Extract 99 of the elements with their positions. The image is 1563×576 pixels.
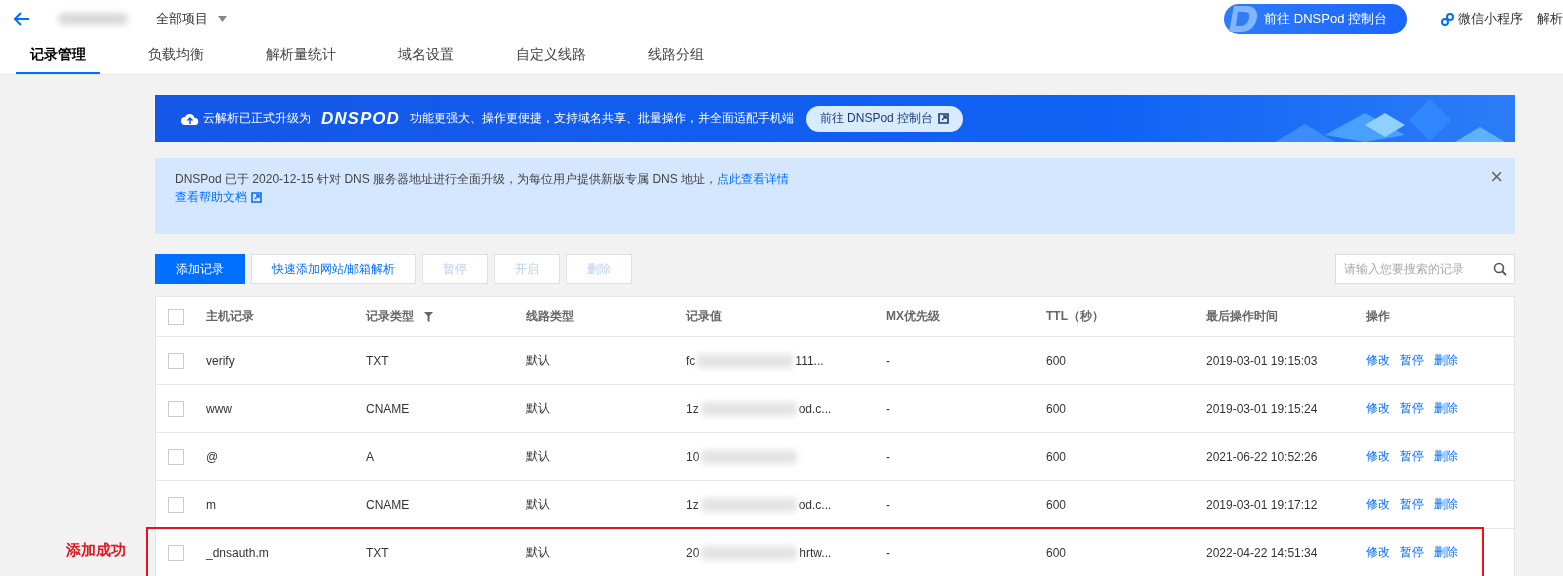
column-header: 主机记录 [206,308,255,325]
console-button[interactable]: 前往 DNSPod 控制台 [1224,4,1407,34]
table-cell: 111... [795,353,824,368]
table-cell-text: 600 [1046,449,1068,464]
redaction-blur [58,13,128,25]
table-cell-text: A [366,449,375,464]
table-cell-text: m [206,497,217,512]
table-cell-text: - [886,497,891,512]
action-link[interactable]: 暂停 [1400,448,1424,465]
caret-icon [218,16,227,22]
table-cell: hrtw... [799,545,832,560]
action-link[interactable]: 暂停 [1400,544,1424,561]
tab[interactable]: 域名设置 [384,38,468,74]
action-link[interactable]: 删除 [1434,448,1458,465]
action-link[interactable]: 删除 [1434,352,1458,369]
table-cell: fc [686,353,696,368]
table-cell: od.c... [798,401,832,416]
console-button[interactable]: 前往 DNSPod 控制台 [805,105,964,132]
action-link[interactable]: 修改 [1366,496,1390,513]
select-all-checkbox[interactable] [168,308,184,325]
action-link[interactable]: 删除 [1434,400,1458,417]
dnspod-logo: DNSPOD [321,108,400,129]
tab[interactable]: 线路分组 [634,38,718,74]
action-link[interactable]: 修改 [1366,544,1390,561]
filter-icon[interactable] [424,311,433,322]
table-cell-text: 2019-03-01 19:17:12 [1206,497,1319,512]
column-header: 记录值 [686,308,723,325]
action-link[interactable]: 修改 [1366,448,1390,465]
tab[interactable]: 解析量统计 [252,38,350,74]
action-link[interactable]: 修改 [1366,352,1390,369]
table-cell-text: CNAME [366,497,411,512]
table-cell-text: 默认 [526,448,551,465]
external-link-icon [251,191,262,203]
action-link[interactable]: 暂停 [1400,400,1424,417]
table-cell-text: 默认 [526,352,551,369]
table-cell-text: www [206,401,233,416]
action-link[interactable]: 暂停 [1400,352,1424,369]
table-cell-text: TXT [366,353,390,368]
action-link[interactable]: 删除 [1434,544,1458,561]
table-cell-text: 600 [1046,545,1068,560]
table-cell-text: 600 [1046,497,1068,512]
table-cell-text: - [886,401,891,416]
table-cell-text: - [886,449,891,464]
table-cell-text: 默认 [526,496,551,513]
table-cell-text: - [886,545,891,560]
annotation-label: 添加成功 [66,541,126,560]
row-checkbox[interactable] [168,448,184,465]
back-arrow-icon[interactable] [14,12,30,26]
column-header: MX优先级 [886,308,941,325]
row-checkbox[interactable] [168,496,184,513]
notice-text: DNSPod 已于 2020-12-15 针对 DNS 服务器地址进行全面升级，为每位用户提供新版专属 DNS 地址，点此查看详情 [175,171,791,188]
table-cell-text: 2019-03-01 19:15:03 [1206,353,1319,368]
help-link[interactable]: 查看帮助文档 [175,188,262,206]
table-cell-text: _dnsauth.m [206,545,270,560]
table-cell-text: 600 [1046,401,1068,416]
table-cell: 20 [686,545,700,560]
table-cell-text: @ [206,449,220,464]
cloud-upload-icon [181,111,199,126]
action-link[interactable]: 删除 [1434,496,1458,513]
column-header: 操作 [1366,308,1391,325]
table-cell: od.c... [798,497,832,512]
row-checkbox[interactable] [168,400,184,417]
banner-text: 功能更强大、操作更便捷，支持域名共享、批量操作，并全面适配手机端 [409,110,794,127]
table-cell: 1z [686,497,699,512]
close-button[interactable]: × [1490,166,1503,188]
details-link[interactable]: 点此查看详情 [717,172,790,186]
external-link-icon [938,113,950,124]
table-cell-text: 2021-06-22 10:52:26 [1206,449,1319,464]
table-cell-text: - [886,353,891,368]
table-cell-text: verify [206,353,236,368]
column-header: 线路类型 [526,308,575,325]
table-cell-text: 默认 [526,400,551,417]
tab[interactable]: 记录管理 [16,38,100,74]
tab[interactable]: 负载均衡 [134,38,218,74]
link-icon [1441,12,1454,26]
banner-text: 云解析已正式升级为 [203,110,311,127]
table-cell-text: TXT [366,545,390,560]
action-link[interactable]: 修改 [1366,400,1390,417]
table-cell: 10 [686,449,700,464]
mini-program-link[interactable]: 微信小程序 [1441,10,1523,28]
toolbar-button[interactable]: 快速添加网站/邮箱解析 [251,254,417,284]
table-cell-text: CNAME [366,401,411,416]
table-cell: 1z [686,401,699,416]
tab[interactable]: 自定义线路 [502,38,600,74]
table-cell-text: 2019-03-01 19:15:24 [1206,401,1319,416]
row-checkbox[interactable] [168,352,184,369]
table-cell-text: 600 [1046,353,1068,368]
search-field[interactable]: 请输入您要搜索的记录 [1335,254,1515,284]
project-dropdown[interactable]: 全部项目 [156,10,227,28]
toolbar-button[interactable]: 添加记录 [155,254,245,284]
column-header: TTL（秒） [1046,308,1105,325]
column-header: 记录类型 [366,308,526,325]
action-link[interactable]: 暂停 [1400,496,1424,513]
row-checkbox[interactable] [168,544,184,561]
column-header: 最后操作时间 [1206,308,1279,325]
search-icon[interactable] [1493,262,1507,276]
nav-link[interactable]: 解析 [1537,10,1563,28]
table-cell-text: 默认 [526,544,551,561]
table-cell-text: 2022-04-22 14:51:34 [1206,545,1319,560]
